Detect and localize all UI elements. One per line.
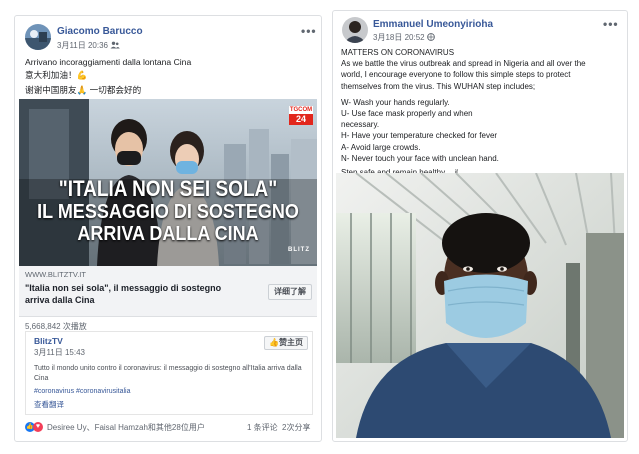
author-name[interactable]: Emmanuel Umeonyirioha [373, 19, 493, 30]
post-timestamp[interactable]: 3月11日 20:36 [57, 40, 121, 51]
friends-icon [110, 41, 121, 51]
link-title: "Italia non sei sola", il messaggio di s… [25, 283, 222, 305]
left-post-card: Giacomo Barucco 3月11日 20:36 ••• Arrivano… [14, 15, 322, 442]
post-text-line: MATTERS ON CORONAVIRUS [341, 48, 455, 57]
post-header: Giacomo Barucco 3月11日 20:36 ••• [15, 16, 321, 56]
thumbs-up-icon: 👍 [269, 338, 279, 347]
video-thumbnail[interactable]: TGCOM 24 "ITALIA NON SEI SOLA" IL MESSAG… [19, 99, 317, 266]
shared-timestamp[interactable]: 3月11日 15:43 [34, 347, 85, 358]
love-reaction-icon: ♥ [33, 422, 43, 432]
reactions-bar[interactable]: 👍 ♥ Desiree Uy、Faisal Hamzah和其他28位用户 [25, 420, 205, 434]
post-photo[interactable] [336, 173, 624, 438]
post-text-line: Arrivano incoraggiamenti dalla lontana C… [25, 57, 192, 67]
video-headline: "ITALIA NON SEI SOLA" IL MESSAGGIO DI SO… [37, 177, 299, 245]
right-post-card: Emmanuel Umeonyirioha 3月18日 20:52 ••• MA… [332, 10, 628, 442]
avatar[interactable] [25, 24, 51, 50]
see-translation-link[interactable]: 查看翻译 [34, 399, 64, 410]
post-text-line: N- Never touch your face with unclean ha… [341, 153, 499, 163]
selfie-image [336, 173, 624, 438]
comment-count[interactable]: 1 条评论 [247, 422, 278, 433]
post-text-line: 谢谢中国朋友🙏 一切都会好的 [25, 85, 142, 95]
post-text-line: themselves from the virus. This WUHAN st… [341, 81, 536, 91]
avatar[interactable] [342, 17, 368, 43]
timestamp-text: 3月11日 20:36 [57, 41, 108, 50]
post-text-line: H- Have your temperature checked for fev… [341, 131, 498, 141]
globe-icon [426, 33, 435, 43]
post-text-line: A- Avoid large crowds. [341, 142, 421, 152]
post-text-line: necessary. [341, 120, 380, 130]
more-options-icon[interactable]: ••• [301, 24, 317, 38]
timestamp-text: 3月18日 20:52 [373, 33, 425, 42]
share-count[interactable]: 2次分享 [282, 422, 310, 433]
link-domain: WWW.BLITZTV.IT [25, 270, 86, 279]
post-text: MATTERS ON CORONAVIRUS As we battle the … [341, 47, 586, 178]
reaction-names: Desiree Uy、Faisal Hamzah和其他28位用户 [47, 422, 205, 432]
post-text-line: world, I encourage everyone to follow th… [341, 70, 571, 80]
post-text-line: As we battle the virus outbreak and spre… [341, 59, 586, 69]
shared-hashtags[interactable]: #coronavirus #coronavirusitalia [34, 388, 131, 395]
shared-text: Tutto il mondo unito contro il coronavir… [34, 365, 302, 382]
shared-post-box: BlitzTV 3月11日 15:43 👍赞主页 Tutto il mondo … [25, 331, 313, 415]
blitz-watermark: BLITZ [288, 247, 310, 253]
more-options-icon[interactable]: ••• [603, 17, 619, 31]
post-text-line: U- Use face mask properly and when [341, 109, 473, 119]
post-text-line: 意大利加油！💪 [25, 70, 88, 80]
learn-more-button[interactable]: 详细了解 [268, 284, 312, 300]
link-preview[interactable]: WWW.BLITZTV.IT "Italia non sei sola", il… [19, 266, 317, 317]
author-name[interactable]: Giacomo Barucco [57, 26, 143, 37]
shared-page-name[interactable]: BlitzTV [34, 336, 63, 346]
post-text-line: W- Wash your hands regularly. [341, 97, 450, 107]
post-timestamp[interactable]: 3月18日 20:52 [373, 32, 435, 43]
like-page-button[interactable]: 👍赞主页 [264, 336, 308, 350]
tgcom24-logo: TGCOM 24 [289, 106, 313, 125]
